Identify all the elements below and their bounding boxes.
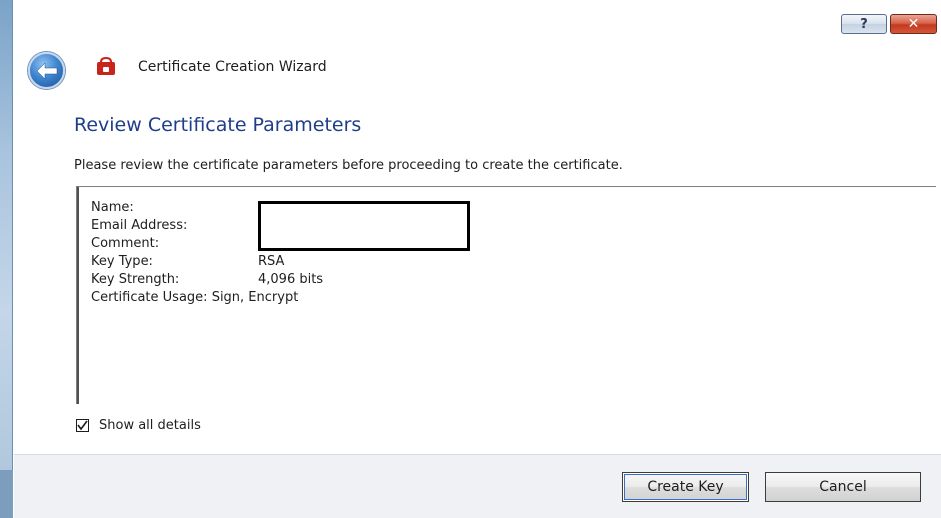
- caption-buttons: ? ✕: [841, 14, 937, 34]
- param-value: RSA: [258, 254, 285, 269]
- show-details-checkbox[interactable]: [76, 419, 89, 432]
- redaction-box: [258, 201, 470, 251]
- title-bar: ? ✕: [14, 0, 941, 46]
- wizard-window: ? ✕ Certificate Creation Wizard Review C…: [0, 0, 941, 518]
- param-row-key-type: Key Type: RSA: [91, 253, 491, 271]
- wizard-content: Review Certificate Parameters Please rev…: [14, 96, 941, 515]
- checkmark-icon: [77, 420, 88, 431]
- wizard-title: Certificate Creation Wizard: [138, 59, 327, 75]
- wizard-footer: Create Key Cancel: [14, 454, 941, 518]
- param-label: Key Type:: [91, 254, 153, 269]
- param-value: Sign, Encrypt: [211, 290, 299, 305]
- close-icon: ✕: [907, 16, 920, 32]
- close-button[interactable]: ✕: [890, 14, 937, 34]
- create-key-button[interactable]: Create Key: [622, 472, 749, 502]
- show-details-option[interactable]: Show all details: [76, 418, 201, 433]
- param-label: Key Strength:: [91, 272, 180, 287]
- param-label: Name:: [91, 200, 134, 215]
- help-icon: ?: [860, 16, 868, 32]
- parameters-box: Name: Email Address: Comment: Key Type: …: [76, 186, 936, 404]
- param-row-key-strength: Key Strength: 4,096 bits: [91, 271, 491, 289]
- show-details-label: Show all details: [99, 418, 201, 433]
- param-label: Email Address:: [91, 218, 188, 233]
- certificate-wizard-icon: [97, 57, 115, 75]
- param-row-usage: Certificate Usage: Certificate Usage: Si…: [91, 289, 491, 307]
- instruction-text: Please review the certificate parameters…: [74, 158, 623, 173]
- param-label: Comment:: [91, 236, 160, 251]
- help-button[interactable]: ?: [841, 14, 887, 34]
- back-arrow-icon: [36, 61, 57, 80]
- back-button[interactable]: [28, 52, 65, 89]
- page-title: Review Certificate Parameters: [74, 114, 362, 136]
- param-value: 4,096 bits: [258, 272, 324, 287]
- wizard-header: Certificate Creation Wizard: [14, 46, 941, 96]
- param-value-usage: Certificate Usage: Sign, Encrypt: [91, 289, 299, 307]
- cancel-button[interactable]: Cancel: [765, 472, 921, 502]
- window-frame-left: [0, 0, 13, 518]
